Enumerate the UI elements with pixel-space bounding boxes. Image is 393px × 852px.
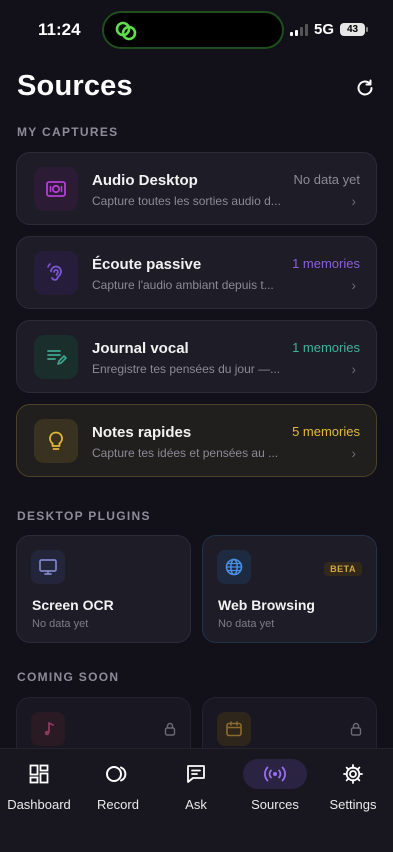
tab-label: Record bbox=[97, 797, 139, 812]
calendar-icon bbox=[217, 712, 251, 746]
capture-title: Audio Desktop bbox=[92, 172, 198, 189]
signal-icon bbox=[289, 23, 308, 36]
chevron-right-icon: › bbox=[351, 445, 356, 461]
page-title: Sources bbox=[17, 70, 133, 102]
status-indicators: 5G 43 bbox=[289, 21, 368, 38]
capture-status: No data yet bbox=[293, 172, 361, 187]
lock-icon bbox=[164, 722, 176, 736]
gear-icon bbox=[343, 764, 363, 784]
capture-title: Notes rapides bbox=[92, 424, 192, 441]
capture-card-ecoute-passive[interactable]: Écoute passive Capture l'audio ambiant d… bbox=[16, 236, 377, 309]
capture-description: Capture tes idées et pensées au ... bbox=[92, 446, 279, 460]
capture-description: Capture toutes les sorties audio d... bbox=[92, 194, 281, 208]
capture-card-journal-vocal[interactable]: Journal vocal Enregistre tes pensées du … bbox=[16, 320, 377, 393]
tab-settings[interactable]: Settings bbox=[314, 749, 392, 829]
battery-icon: 43 bbox=[340, 23, 368, 36]
capture-title: Écoute passive bbox=[92, 256, 202, 273]
tab-record[interactable]: Record bbox=[79, 749, 157, 829]
speaker-icon bbox=[34, 167, 78, 211]
section-coming-soon: COMING SOON bbox=[17, 670, 120, 684]
dashboard-icon bbox=[29, 764, 49, 784]
capture-card-audio-desktop[interactable]: Audio Desktop Capture toutes les sorties… bbox=[16, 152, 377, 225]
beta-badge: BETA bbox=[324, 562, 362, 576]
section-desktop-plugins: DESKTOP PLUGINS bbox=[17, 509, 151, 523]
broadcast-icon bbox=[264, 766, 286, 782]
journal-pen-icon bbox=[34, 335, 78, 379]
globe-icon bbox=[217, 550, 251, 584]
capture-description: Capture l'audio ambiant depuis t... bbox=[92, 278, 274, 292]
capture-description: Enregistre tes pensées du jour —... bbox=[92, 362, 281, 376]
plugin-card-screen-ocr[interactable]: Screen OCR No data yet bbox=[16, 535, 191, 643]
tab-label: Dashboard bbox=[7, 797, 71, 812]
chevron-right-icon: › bbox=[351, 361, 356, 377]
record-icon bbox=[106, 766, 127, 782]
dynamic-island[interactable] bbox=[102, 11, 284, 49]
refresh-button[interactable] bbox=[351, 74, 379, 102]
capture-card-notes-rapides[interactable]: Notes rapides Capture tes idées et pensé… bbox=[16, 404, 377, 477]
chevron-right-icon: › bbox=[351, 277, 356, 293]
tab-label: Sources bbox=[251, 797, 299, 812]
lightbulb-icon bbox=[34, 419, 78, 463]
capture-status: 1 memories bbox=[292, 256, 360, 271]
plugin-title: Screen OCR bbox=[32, 597, 114, 613]
linked-rings-icon bbox=[115, 21, 137, 41]
lock-icon bbox=[350, 722, 362, 736]
chat-icon bbox=[187, 765, 205, 783]
capture-title: Journal vocal bbox=[92, 340, 189, 357]
network-type: 5G bbox=[313, 21, 334, 38]
chevron-right-icon: › bbox=[351, 193, 356, 209]
status-bar: 11:24 5G 43 bbox=[0, 0, 393, 58]
tab-ask[interactable]: Ask bbox=[157, 749, 235, 829]
music-note-icon bbox=[31, 712, 65, 746]
tab-label: Settings bbox=[329, 797, 377, 812]
capture-status: 5 memories bbox=[292, 424, 360, 439]
ear-icon bbox=[34, 251, 78, 295]
monitor-icon bbox=[31, 550, 65, 584]
tab-sources[interactable]: Sources bbox=[236, 749, 314, 829]
plugin-card-web-browsing[interactable]: BETA Web Browsing No data yet bbox=[202, 535, 377, 643]
section-my-captures: MY CAPTURES bbox=[17, 125, 119, 139]
refresh-icon bbox=[357, 79, 373, 96]
tab-dashboard[interactable]: Dashboard bbox=[0, 749, 78, 829]
tab-bar: Dashboard Record Ask Sources Settings bbox=[0, 748, 393, 852]
tab-label: Ask bbox=[185, 797, 207, 812]
status-time: 11:24 bbox=[38, 20, 81, 39]
capture-status: 1 memories bbox=[292, 340, 360, 355]
plugin-title: Web Browsing bbox=[218, 597, 315, 613]
plugin-subtitle: No data yet bbox=[32, 618, 89, 630]
plugin-subtitle: No data yet bbox=[218, 618, 275, 630]
